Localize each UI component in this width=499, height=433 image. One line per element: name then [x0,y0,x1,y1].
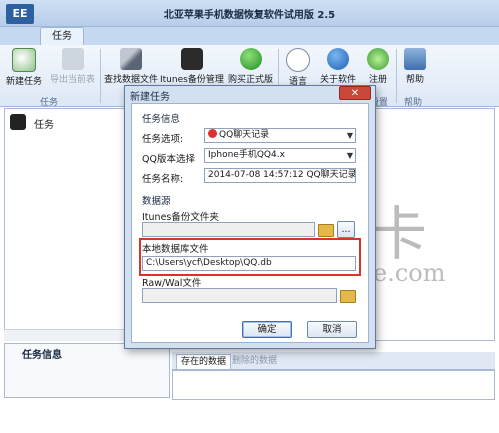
register-icon [367,48,389,70]
task-info-title: 任务信息 [22,350,62,361]
ok-button[interactable]: 确定 [242,321,292,338]
raw-wal-label: Raw/Wal文件 [142,278,202,289]
about-button[interactable]: 关于软件 [320,48,356,85]
task-name-field[interactable]: 2014-07-08 14:57:12 QQ聊天记录恢复 [204,168,356,183]
task-option-label: 任务选项: [142,134,184,145]
qq-version-label: QQ版本选择 [142,154,195,165]
new-task-label: 新建任务 [6,77,43,87]
bottom-band [0,400,499,433]
register-button[interactable]: 注册 [367,48,389,85]
raw-wal-field[interactable] [142,288,337,303]
qq-version-value: Iphone手机QQ4.x [208,150,285,160]
window-title: 北亚苹果手机数据恢复软件试用版 2.5 [163,10,336,21]
apple-icon [180,48,203,70]
section-task-info: 任务信息 [142,114,181,125]
section-data-source: 数据源 [142,196,171,207]
about-label: 关于软件 [320,75,357,85]
apple-icon [10,114,26,130]
language-button[interactable]: 语言 [286,48,310,87]
export-table-icon [61,48,84,70]
qq-version-select[interactable]: Iphone手机QQ4.x ▼ [204,148,356,163]
new-task-button[interactable]: 新建任务 [6,48,42,87]
itunes-backup-label: Itunes备份管理 [160,75,224,85]
itunes-folder-label: Itunes备份文件夹 [142,212,219,223]
register-label: 注册 [368,75,387,85]
find-file-icon [120,48,142,70]
find-file-label: 查找数据文件 [104,75,159,85]
folder-icon[interactable] [340,290,356,303]
buy-button[interactable]: 购买正式版 [228,48,273,85]
tab-deleted-data[interactable]: 删除的数据 [228,354,281,369]
browse-button[interactable]: ... [337,221,355,238]
chevron-down-icon: ▼ [346,151,353,160]
export-table-button[interactable]: 导出当前表 [50,48,95,85]
task-name-label: 任务名称: [142,174,184,185]
export-table-label: 导出当前表 [50,75,96,85]
info-icon [327,48,349,70]
language-icon [286,48,310,72]
play-icon [239,48,262,70]
task-option-value: QQ聊天记录 [219,130,270,140]
help-label: 帮助 [405,75,424,85]
tab-existing-data[interactable]: 存在的数据 [176,354,232,369]
group-label-help: 帮助 [404,98,423,108]
dialog-title: 新建任务 [130,92,170,103]
close-button[interactable]: ✕ [339,86,371,100]
ribbon-separator [396,49,397,103]
task-option-select[interactable]: QQ聊天记录 ▼ [204,128,356,143]
help-icon [404,48,426,70]
chevron-down-icon: ▼ [346,131,353,140]
help-button[interactable]: 帮助 [404,48,426,85]
local-db-label: 本地数据库文件 [142,244,209,255]
itunes-backup-button[interactable]: Itunes备份管理 [160,48,224,85]
watermark-domain: e.com [373,259,446,287]
ribbon-separator [100,49,101,103]
cancel-button[interactable]: 取消 [307,321,357,338]
buy-label: 购买正式版 [228,75,274,85]
folder-icon[interactable] [318,224,334,237]
new-task-icon [12,48,36,72]
data-grid [172,370,495,400]
local-db-field[interactable]: C:\Users\ycf\Desktop\QQ.db [142,256,356,271]
task-tree-item-label: 任务 [34,120,54,131]
itunes-folder-field[interactable] [142,222,315,237]
qq-icon [208,129,217,138]
tab-task[interactable]: 任务 [40,27,84,46]
group-label-task: 任务 [40,98,59,108]
find-file-button[interactable]: 查找数据文件 [104,48,158,85]
